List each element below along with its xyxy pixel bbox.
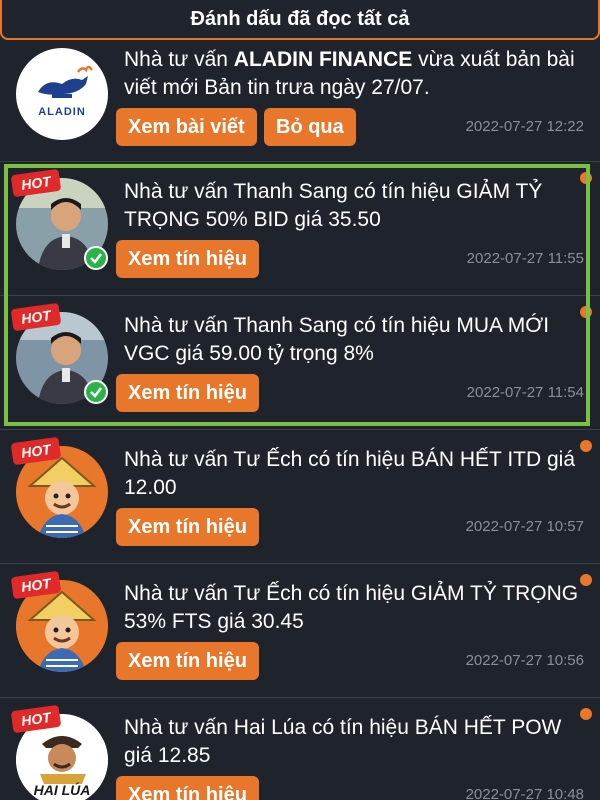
notification-text: Nhà tư vấn Hai Lúa có tín hiệu BÁN HẾT P… (124, 716, 562, 767)
view-signal-button[interactable]: Xem tín hiệu (116, 776, 259, 800)
aladin-logo-avatar: ALADIN (16, 48, 108, 140)
view-signal-button[interactable]: Xem tín hiệu (116, 240, 259, 278)
notification-item[interactable]: HOT Nhà tư vấn Tư Ếch có tín hiệu GIẢM T… (0, 564, 600, 698)
view-article-button[interactable]: Xem bài viết (116, 108, 257, 146)
notification-text: Nhà tư vấn ALADIN FINANCE vừa xuất bản b… (124, 48, 575, 99)
timestamp: 2022-07-27 10:48 (465, 786, 584, 800)
unread-dot (580, 574, 592, 586)
skip-button[interactable]: Bỏ qua (264, 108, 356, 146)
verified-check-icon (84, 380, 108, 404)
verified-check-icon (84, 246, 108, 270)
notification-text: Nhà tư vấn Thanh Sang có tín hiệu GIẢM T… (124, 180, 543, 231)
notification-item[interactable]: HOT HAI LÚA Nhà tư vấn Hai Lúa có tín hi… (0, 698, 600, 800)
view-signal-button[interactable]: Xem tín hiệu (116, 642, 259, 680)
unread-dot (580, 306, 592, 318)
hai-lua-logo-text: HAI LÚA (33, 782, 91, 798)
notification-item[interactable]: HOT Nhà tư vấn Thanh Sang có tín hiệu GI… (0, 162, 600, 296)
notification-list: ALADIN Nhà tư vấn ALADIN FINANCE vừa xuấ… (0, 40, 600, 800)
timestamp: 2022-07-27 11:54 (466, 384, 584, 401)
timestamp: 2022-07-27 11:55 (466, 250, 584, 267)
notification-item[interactable]: HOT Nhà tư vấn Tư Ếch có tín hiệu BÁN HẾ… (0, 430, 600, 564)
unread-dot (580, 708, 592, 720)
notification-item[interactable]: HOT Nhà tư vấn Thanh Sang có tín hiệu MU… (0, 296, 600, 430)
mark-all-read-label: Đánh dấu đã đọc tất cả (190, 7, 410, 30)
mark-all-read-button[interactable]: Đánh dấu đã đọc tất cả (0, 0, 600, 40)
notification-text: Nhà tư vấn Tư Ếch có tín hiệu GIẢM TỶ TR… (124, 582, 579, 633)
view-signal-button[interactable]: Xem tín hiệu (116, 374, 259, 412)
timestamp: 2022-07-27 12:22 (465, 118, 584, 135)
lamp-icon (38, 65, 94, 98)
timestamp: 2022-07-27 10:56 (465, 652, 584, 669)
aladin-logo-text: ALADIN (38, 106, 86, 118)
notification-text: Nhà tư vấn Thanh Sang có tín hiệu MUA MỚ… (124, 314, 550, 365)
view-signal-button[interactable]: Xem tín hiệu (116, 508, 259, 546)
notification-item[interactable]: ALADIN Nhà tư vấn ALADIN FINANCE vừa xuấ… (0, 40, 600, 162)
unread-dot (580, 172, 592, 184)
notification-text: Nhà tư vấn Tư Ếch có tín hiệu BÁN HẾT IT… (124, 448, 576, 499)
advisor-name: ALADIN FINANCE (233, 48, 413, 71)
unread-dot (580, 440, 592, 452)
timestamp: 2022-07-27 10:57 (465, 518, 584, 535)
